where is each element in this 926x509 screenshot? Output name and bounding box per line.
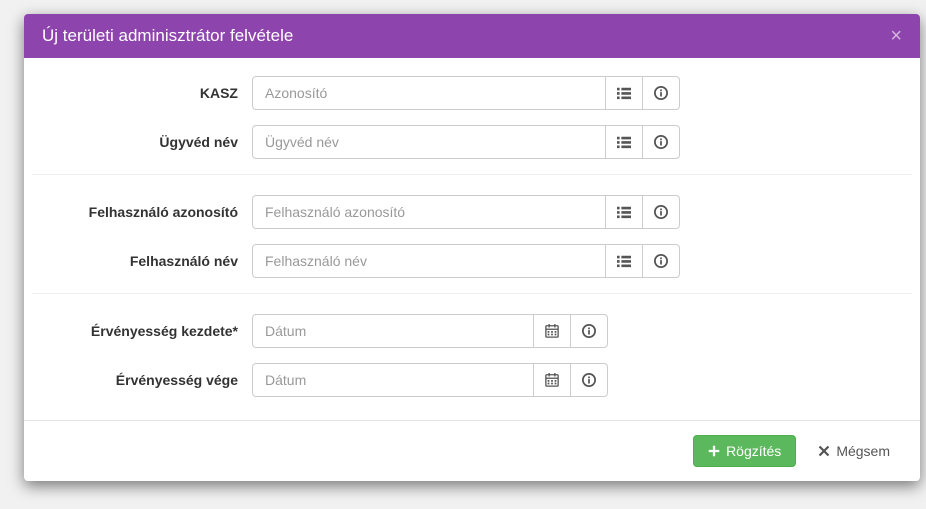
row-erv-kezdete: Érvényesség kezdete* — [32, 314, 912, 348]
info-icon — [654, 205, 668, 219]
info-button-felh-nev[interactable] — [642, 244, 680, 278]
close-button[interactable]: × — [890, 26, 902, 46]
save-button[interactable]: Rögzítés — [693, 435, 796, 467]
input-erv-kezdete[interactable] — [252, 314, 534, 348]
list-icon — [617, 135, 631, 149]
info-button-felh-azon[interactable] — [642, 195, 680, 229]
input-felh-nev[interactable] — [252, 244, 606, 278]
group-kasz — [252, 76, 680, 110]
x-icon — [818, 445, 830, 457]
input-ugyved-nev[interactable] — [252, 125, 606, 159]
row-felh-azon: Felhasználó azonosító — [32, 195, 912, 229]
list-button-ugyved-nev[interactable] — [605, 125, 643, 159]
info-icon — [654, 135, 668, 149]
list-icon — [617, 254, 631, 268]
label-felh-azon: Felhasználó azonosító — [32, 204, 252, 220]
list-button-kasz[interactable] — [605, 76, 643, 110]
info-button-ugyved-nev[interactable] — [642, 125, 680, 159]
modal-body: KASZ Ügyvéd név — [24, 58, 920, 420]
info-icon — [582, 373, 596, 387]
info-icon — [582, 324, 596, 338]
group-erv-vege — [252, 363, 608, 397]
calendar-button-erv-vege[interactable] — [533, 363, 571, 397]
info-icon — [654, 86, 668, 100]
list-icon — [617, 205, 631, 219]
list-button-felh-nev[interactable] — [605, 244, 643, 278]
list-button-felh-azon[interactable] — [605, 195, 643, 229]
modal-header: Új területi adminisztrátor felvétele × — [24, 14, 920, 58]
close-icon: × — [890, 25, 902, 47]
row-ugyved-nev: Ügyvéd név — [32, 125, 912, 159]
cancel-button[interactable]: Mégsem — [804, 435, 904, 467]
modal-title: Új területi adminisztrátor felvétele — [42, 26, 293, 46]
calendar-icon — [545, 324, 559, 338]
info-button-erv-vege[interactable] — [570, 363, 608, 397]
calendar-button-erv-kezdete[interactable] — [533, 314, 571, 348]
label-ugyved-nev: Ügyvéd név — [32, 134, 252, 150]
info-button-erv-kezdete[interactable] — [570, 314, 608, 348]
modal-dialog: Új területi adminisztrátor felvétele × K… — [24, 14, 920, 481]
group-erv-kezdete — [252, 314, 608, 348]
input-erv-vege[interactable] — [252, 363, 534, 397]
row-erv-vege: Érvényesség vége — [32, 363, 912, 397]
divider-2 — [32, 293, 912, 294]
input-kasz[interactable] — [252, 76, 606, 110]
group-felh-azon — [252, 195, 680, 229]
divider-1 — [32, 174, 912, 175]
row-felh-nev: Felhasználó név — [32, 244, 912, 278]
save-button-label: Rögzítés — [726, 443, 781, 459]
input-felh-azon[interactable] — [252, 195, 606, 229]
info-button-kasz[interactable] — [642, 76, 680, 110]
row-kasz: KASZ — [32, 76, 912, 110]
calendar-icon — [545, 373, 559, 387]
list-icon — [617, 86, 631, 100]
label-felh-nev: Felhasználó név — [32, 253, 252, 269]
group-felh-nev — [252, 244, 680, 278]
label-kasz: KASZ — [32, 85, 252, 101]
plus-icon — [708, 445, 720, 457]
info-icon — [654, 254, 668, 268]
group-ugyved-nev — [252, 125, 680, 159]
label-erv-vege: Érvényesség vége — [32, 372, 252, 388]
modal-footer: Rögzítés Mégsem — [24, 420, 920, 481]
cancel-button-label: Mégsem — [836, 443, 890, 459]
label-erv-kezdete: Érvényesség kezdete* — [32, 323, 252, 339]
